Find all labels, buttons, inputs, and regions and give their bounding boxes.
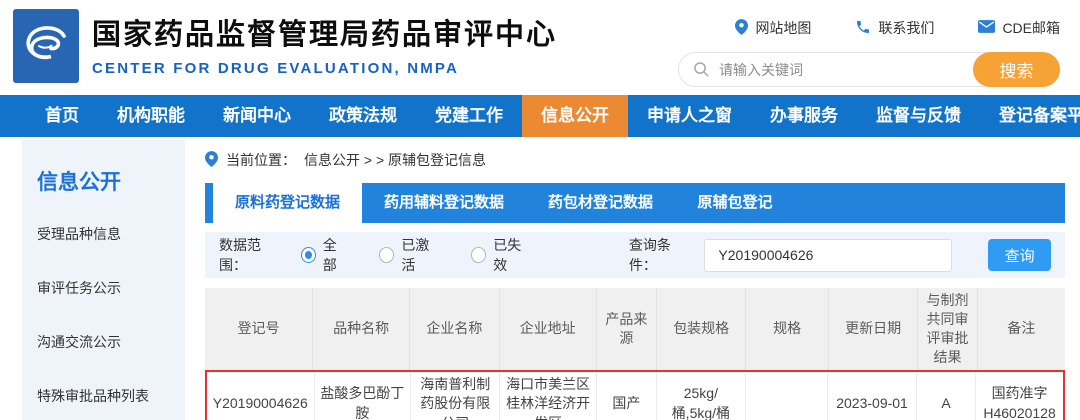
radio-all[interactable]: 全部 xyxy=(301,235,350,275)
nav-item-services[interactable]: 办事服务 xyxy=(751,95,857,137)
site-subtitle: CENTER FOR DRUG EVALUATION, NMPA xyxy=(92,60,557,77)
sitemap-link[interactable]: 网站地图 xyxy=(735,18,811,38)
sidebar-item-review-tasks[interactable]: 审评任务公示 xyxy=(37,278,175,298)
col-company-name: 企业名称 xyxy=(410,288,499,370)
contact-link[interactable]: 联系我们 xyxy=(855,18,934,38)
breadcrumb-trail: 信息公开 > > 原辅包登记信息 xyxy=(304,150,486,170)
cde-mail-link[interactable]: CDE邮箱 xyxy=(978,18,1060,38)
cde-swirl-icon xyxy=(20,21,72,72)
query-input[interactable] xyxy=(704,239,952,272)
col-registration-no: 登记号 xyxy=(205,288,313,370)
sitemap-link-label: 网站地图 xyxy=(755,18,811,38)
nav-item-applicant-window[interactable]: 申请人之窗 xyxy=(628,95,751,137)
col-remarks: 备注 xyxy=(977,288,1065,370)
site-header: 国家药品监督管理局药品审评中心 CENTER FOR DRUG EVALUATI… xyxy=(0,0,1080,95)
phone-icon xyxy=(855,19,871,38)
radio-expired[interactable]: 已失效 xyxy=(471,235,533,275)
tab-excipient-registration[interactable]: 药用辅料登记数据 xyxy=(362,183,526,223)
cde-logo xyxy=(13,9,79,83)
col-joint-review-result: 与制剂共同审评审批结果 xyxy=(918,288,977,370)
data-tabs: 原料药登记数据 药用辅料登记数据 药包材登记数据 原辅包登记 xyxy=(205,183,1065,223)
scope-label: 数据范围： xyxy=(219,235,287,275)
radio-all-label: 全部 xyxy=(323,235,349,275)
site-search-button[interactable]: 搜索 xyxy=(973,52,1060,87)
cell-update-date: 2023-09-01 xyxy=(828,372,917,420)
magnifier-icon xyxy=(693,61,710,83)
nav-item-functions[interactable]: 机构职能 xyxy=(98,95,204,137)
radio-expired-control[interactable] xyxy=(471,247,486,263)
filter-bar: 数据范围： 全部 已激活 已失效 查询条件： 查询 xyxy=(205,232,1065,278)
nav-item-home[interactable]: 首页 xyxy=(26,95,98,137)
col-variety-name: 品种名称 xyxy=(313,288,410,370)
sidebar-item-accepted-varieties[interactable]: 受理品种信息 xyxy=(37,224,175,244)
sidebar: 信息公开 受理品种信息 审评任务公示 沟通交流公示 特殊审批品种列表 优先审评公… xyxy=(22,140,185,420)
table-header-row: 登记号 品种名称 企业名称 企业地址 产品来源 包装规格 规格 更新日期 与制剂… xyxy=(205,288,1065,370)
cell-variety-name: 盐酸多巴酚丁胺 xyxy=(314,372,411,420)
content-area: 信息公开 受理品种信息 审评任务公示 沟通交流公示 特殊审批品种列表 优先审评公… xyxy=(0,137,1080,420)
radio-activated[interactable]: 已激活 xyxy=(379,235,441,275)
cell-company-name: 海南普利制药股份有限公司 xyxy=(411,372,500,420)
results-table-body: Y20190004626 盐酸多巴酚丁胺 海南普利制药股份有限公司 海口市美兰区… xyxy=(207,372,1063,420)
col-company-address: 企业地址 xyxy=(499,288,596,370)
col-packaging-spec: 包装规格 xyxy=(656,288,745,370)
cell-product-source: 国产 xyxy=(596,372,656,420)
radio-all-control[interactable] xyxy=(301,247,316,263)
col-spec: 规格 xyxy=(746,288,829,370)
radio-activated-control[interactable] xyxy=(379,247,394,263)
tab-packaging-registration[interactable]: 药包材登记数据 xyxy=(526,183,675,223)
cell-company-address: 海口市美兰区桂林洋经济开发区 xyxy=(500,372,597,420)
cell-registration-no: Y20190004626 xyxy=(207,372,314,420)
sidebar-item-communication[interactable]: 沟通交流公示 xyxy=(37,332,175,352)
brand-block: 国家药品监督管理局药品审评中心 CENTER FOR DRUG EVALUATI… xyxy=(92,11,557,77)
envelope-icon xyxy=(978,20,995,36)
tab-api-registration[interactable]: 原料药登记数据 xyxy=(213,183,362,223)
scope-radio-group: 全部 已激活 已失效 xyxy=(301,235,533,275)
radio-expired-label: 已失效 xyxy=(493,235,533,275)
nav-item-party[interactable]: 党建工作 xyxy=(416,95,522,137)
cell-spec xyxy=(745,372,827,420)
header-quick-links: 网站地图 联系我们 CDE邮箱 xyxy=(735,18,1060,38)
cell-remarks: 国药准字H46020128 xyxy=(976,372,1063,420)
location-pin-icon xyxy=(735,19,748,38)
col-update-date: 更新日期 xyxy=(828,288,917,370)
breadcrumb-label: 当前位置： xyxy=(226,150,296,170)
breadcrumb: 当前位置： 信息公开 > > 原辅包登记信息 xyxy=(205,150,1065,170)
location-pin-icon xyxy=(205,151,218,170)
sidebar-title: 信息公开 xyxy=(37,166,175,196)
query-label: 查询条件： xyxy=(629,235,697,275)
nav-item-policy[interactable]: 政策法规 xyxy=(310,95,416,137)
table-row[interactable]: Y20190004626 盐酸多巴酚丁胺 海南普利制药股份有限公司 海口市美兰区… xyxy=(207,372,1063,420)
site-title: 国家药品监督管理局药品审评中心 xyxy=(92,11,557,53)
cell-joint-review-result: A xyxy=(917,372,976,420)
col-product-source: 产品来源 xyxy=(596,288,656,370)
nav-item-news[interactable]: 新闻中心 xyxy=(204,95,310,137)
nav-item-registration-platform[interactable]: 登记备案平台 xyxy=(980,95,1080,137)
sidebar-item-special-approval[interactable]: 特殊审批品种列表 xyxy=(37,386,175,406)
nav-item-info-disclosure[interactable]: 信息公开 xyxy=(522,95,628,137)
results-table: 登记号 品种名称 企业名称 企业地址 产品来源 包装规格 规格 更新日期 与制剂… xyxy=(205,288,1065,420)
tab-apipack-registration[interactable]: 原辅包登记 xyxy=(675,183,795,223)
contact-link-label: 联系我们 xyxy=(878,18,934,38)
cell-packaging-spec: 25kg/桶,5kg/桶 xyxy=(656,372,745,420)
highlight-red-box: Y20190004626 盐酸多巴酚丁胺 海南普利制药股份有限公司 海口市美兰区… xyxy=(205,370,1065,420)
header-search: 搜索 xyxy=(678,52,1060,87)
main-panel: 当前位置： 信息公开 > > 原辅包登记信息 原料药登记数据 药用辅料登记数据 … xyxy=(205,137,1065,420)
nav-item-supervision[interactable]: 监督与反馈 xyxy=(857,95,980,137)
query-button[interactable]: 查询 xyxy=(988,239,1051,271)
results-table-header: 登记号 品种名称 企业名称 企业地址 产品来源 包装规格 规格 更新日期 与制剂… xyxy=(205,288,1065,370)
main-nav: 首页 机构职能 新闻中心 政策法规 党建工作 信息公开 申请人之窗 办事服务 监… xyxy=(0,95,1080,137)
cde-mail-link-label: CDE邮箱 xyxy=(1002,18,1060,38)
radio-activated-label: 已激活 xyxy=(401,235,441,275)
